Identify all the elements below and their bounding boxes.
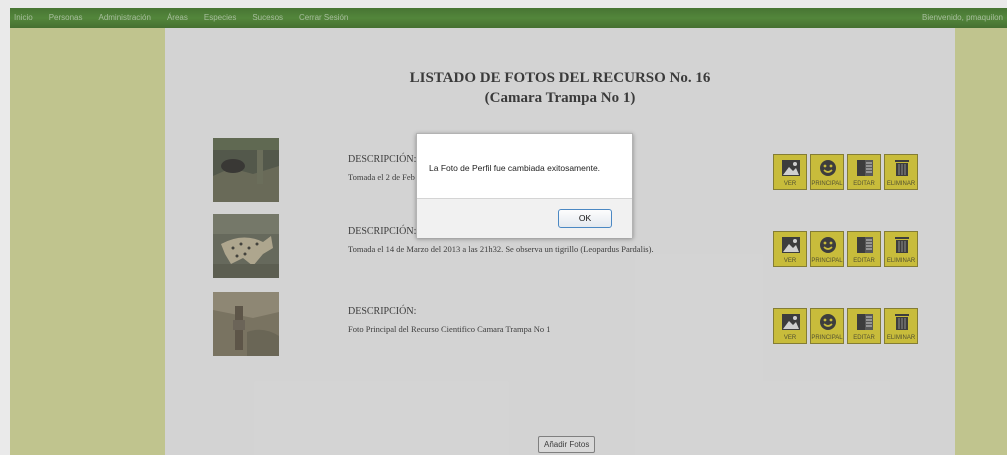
alert-dialog: La Foto de Perfil fue cambiada exitosame… [416, 133, 633, 238]
dialog-footer: OK [417, 198, 632, 238]
ok-button[interactable]: OK [558, 209, 612, 228]
dialog-message: La Foto de Perfil fue cambiada exitosame… [429, 163, 601, 173]
